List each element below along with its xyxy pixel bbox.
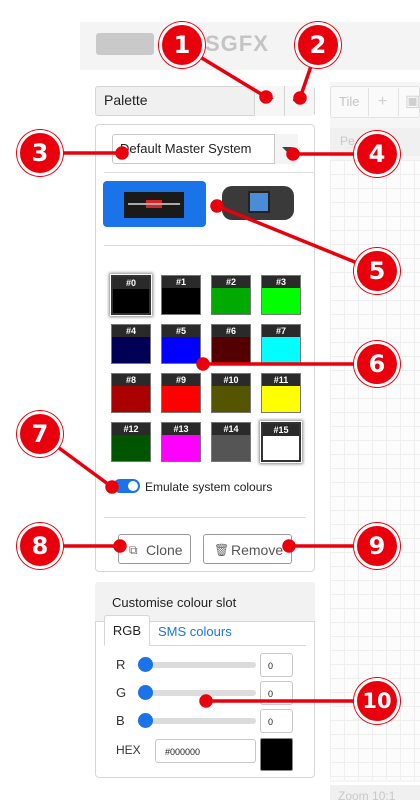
add-palette-button[interactable]: +: [254, 86, 284, 116]
image-icon: ▣: [404, 93, 420, 110]
red-slider-track[interactable]: [141, 662, 256, 668]
blue-value-input[interactable]: 0: [260, 709, 293, 733]
colour-swatch[interactable]: #6: [211, 324, 251, 364]
annotation-marker-9: 9: [354, 523, 400, 569]
colour-swatch[interactable]: #1: [161, 275, 201, 315]
master-system-console-icon: [124, 192, 184, 218]
swatch-index-label: #4: [112, 325, 150, 337]
tab-sms-colours[interactable]: SMS colours: [158, 624, 232, 639]
colour-swatch[interactable]: #14: [211, 422, 251, 462]
remove-button[interactable]: 🗑 Remove: [203, 534, 292, 564]
annotation-marker-7: 7: [17, 411, 63, 457]
code-icon: <>: [292, 93, 307, 107]
colour-swatch[interactable]: #7: [261, 324, 301, 364]
swatch-index-label: #2: [212, 276, 250, 288]
tile-label: Tile: [339, 94, 360, 109]
swatch-index-label: #1: [162, 276, 200, 288]
app-title: SGFX: [205, 31, 269, 56]
clone-icon: ⧉: [129, 543, 138, 557]
colour-swatch[interactable]: #13: [161, 422, 201, 462]
swatch-index-label: #13: [162, 423, 200, 435]
divider: [104, 172, 315, 173]
divider: [104, 245, 306, 246]
swatch-index-label: #6: [212, 325, 250, 337]
annotation-marker-4: 4: [354, 131, 400, 177]
colour-swatch[interactable]: #12: [111, 422, 151, 462]
blue-slider-thumb[interactable]: [138, 713, 153, 728]
swatch-index-label: #8: [112, 374, 150, 386]
swatch-index-label: #5: [162, 325, 200, 337]
annotation-marker-3: 3: [17, 130, 63, 176]
red-value-input[interactable]: 0: [260, 653, 293, 677]
swatch-index-label: #12: [112, 423, 150, 435]
swatch-index-label: #15: [263, 424, 299, 436]
colour-swatch[interactable]: #5: [161, 324, 201, 364]
annotation-marker-8: 8: [17, 523, 63, 569]
hex-input[interactable]: #000000: [155, 739, 256, 763]
colour-swatch[interactable]: #2: [211, 275, 251, 315]
swatch-index-label: #10: [212, 374, 250, 386]
clone-button[interactable]: ⧉ Clone: [118, 534, 191, 564]
plus-icon: +: [377, 93, 388, 110]
clone-button-label: Clone: [146, 542, 183, 558]
green-slider-track[interactable]: [141, 690, 256, 696]
emulate-colours-toggle[interactable]: [113, 479, 140, 493]
hex-label: HEX: [116, 743, 141, 757]
colour-swatch[interactable]: #0: [111, 275, 151, 315]
blue-slider-track[interactable]: [141, 718, 256, 724]
zoom-label: Zoom 10:1: [338, 789, 395, 800]
green-slider-thumb[interactable]: [138, 685, 153, 700]
zoom-value: 10:1: [372, 789, 396, 800]
remove-button-label: Remove: [231, 542, 284, 558]
colour-preview[interactable]: [260, 738, 293, 771]
colour-swatch[interactable]: #10: [211, 373, 251, 413]
tile-image-button[interactable]: ▣: [398, 88, 420, 116]
annotation-marker-5: 5: [354, 248, 400, 294]
colour-swatch[interactable]: #9: [161, 373, 201, 413]
green-label: G: [116, 685, 127, 700]
green-value-input[interactable]: 0: [260, 681, 293, 705]
swatch-index-label: #9: [162, 374, 200, 386]
annotation-marker-6: 6: [354, 341, 400, 387]
swatch-index-label: #3: [262, 276, 300, 288]
annotation-marker-10: 10: [354, 678, 400, 724]
swatch-index-label: #11: [262, 374, 300, 386]
swatch-index-label: #7: [262, 325, 300, 337]
red-label: R: [116, 657, 126, 672]
pencil-label: Pe: [340, 134, 355, 148]
colour-swatch[interactable]: #11: [261, 373, 301, 413]
trash-icon: 🗑: [214, 543, 230, 557]
chevron-down-icon[interactable]: [274, 134, 298, 164]
screenshot-stage: SGFX Tile + ▣ Pe Zoom 10:1 Palette + <> …: [0, 0, 420, 800]
colour-swatch[interactable]: #4: [111, 324, 151, 364]
colour-swatch[interactable]: #3: [261, 275, 301, 315]
emulate-colours-label: Emulate system colours: [145, 480, 273, 494]
swatch-index-label: #0: [113, 277, 149, 289]
divider: [104, 517, 306, 518]
colour-swatch[interactable]: #15: [261, 422, 301, 462]
blue-label: B: [116, 713, 125, 728]
red-slider-thumb[interactable]: [138, 657, 153, 672]
palette-title: Palette: [104, 92, 148, 108]
zoom-label-text: Zoom: [338, 789, 369, 800]
colour-swatch[interactable]: #8: [111, 373, 151, 413]
palette-code-button[interactable]: <>: [284, 86, 314, 116]
game-gear-console-icon: [248, 191, 270, 213]
annotation-marker-2: 2: [295, 22, 341, 68]
plus-icon: +: [264, 91, 275, 108]
customise-title: Customise colour slot: [112, 595, 237, 610]
app-logo-icon: [96, 33, 154, 55]
palette-select-value: Default Master System: [120, 141, 252, 156]
tile-add-button[interactable]: +: [368, 88, 396, 116]
tab-rgb[interactable]: RGB: [104, 615, 150, 646]
swatch-index-label: #14: [212, 423, 250, 435]
annotation-marker-1: 1: [159, 22, 205, 68]
